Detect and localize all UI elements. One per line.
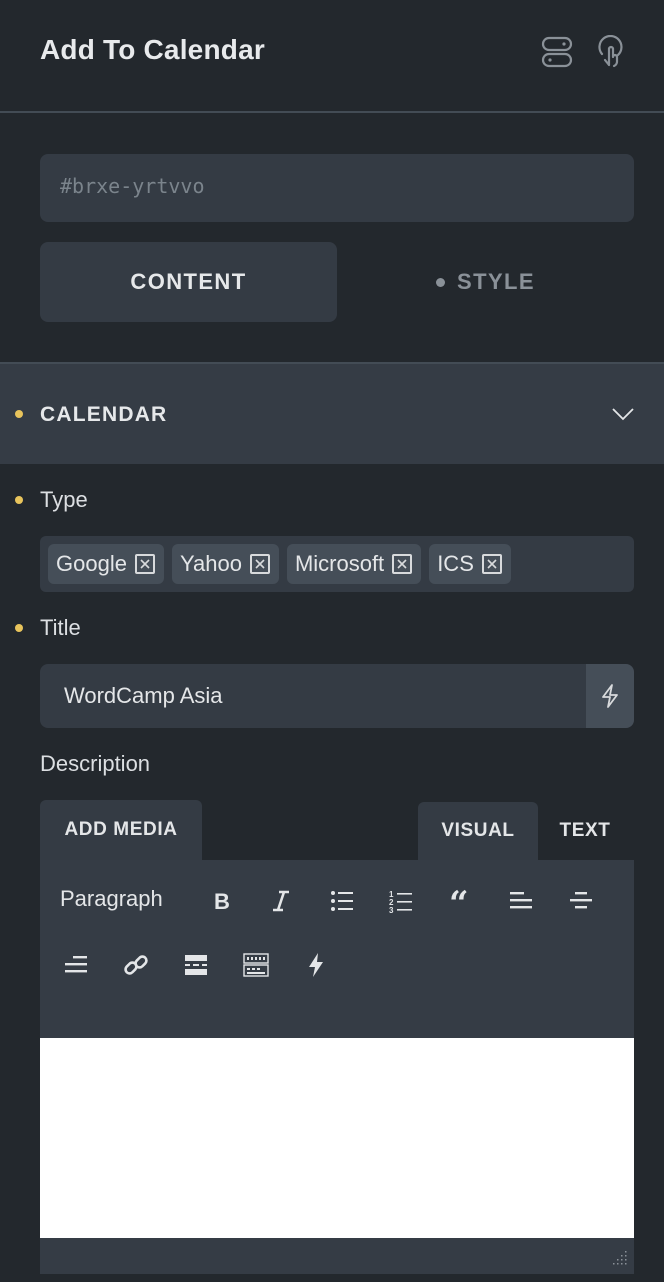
chevron-down-icon [612,408,634,421]
css-id-field[interactable]: #brxe-yrtvvo [40,154,634,222]
style-indicator-dot [436,277,446,287]
tag-label: Microsoft [294,551,385,576]
dynamic-data-button[interactable] [586,664,634,728]
align-center-icon[interactable] [564,884,598,918]
tag-label: Yahoo [179,551,242,576]
svg-text:3: 3 [389,906,394,914]
tab-content[interactable]: CONTENT [40,242,337,322]
description-editor[interactable] [40,1038,634,1238]
type-label: Type [40,487,88,512]
section-indicator-dot [15,410,23,418]
align-right-icon[interactable] [59,948,93,982]
bullet-list-icon[interactable] [325,884,359,918]
remove-tag-icon[interactable] [249,554,270,574]
section-title: CALENDAR [40,403,168,426]
tag-google: Google [48,544,164,584]
panel-header: Add To Calendar [0,0,664,113]
svg-text:“: “ [449,888,469,914]
remove-tag-icon[interactable] [392,554,413,574]
calendar-section-toggle[interactable]: CALENDAR [0,362,664,464]
lightning-icon [602,684,618,708]
editor-statusbar [40,1238,634,1274]
title-indicator-dot [15,624,23,632]
title-input[interactable] [40,664,586,728]
type-multiselect[interactable]: Google Yahoo Microsoft ICS [40,536,634,592]
format-select[interactable]: Paragraph [60,886,163,912]
type-indicator-dot [15,496,23,504]
remove-tag-icon[interactable] [134,554,155,574]
tag-yahoo: Yahoo [171,544,279,584]
remove-tag-icon[interactable] [481,554,502,574]
editor-toolbar: Paragraph B 123 “ [40,860,634,1038]
blockquote-icon[interactable]: “ [444,884,478,918]
title-label: Title [40,615,81,640]
structure-icon[interactable] [540,35,574,69]
description-label: Description [40,751,151,776]
tab-content-label: CONTENT [130,269,247,294]
toolbar-toggle-icon[interactable] [239,948,273,982]
align-left-icon[interactable] [504,884,538,918]
tag-label: Google [56,551,127,576]
resize-handle-icon[interactable] [610,1250,628,1268]
numbered-list-icon[interactable]: 123 [384,884,418,918]
read-more-icon[interactable] [179,948,213,982]
italic-icon[interactable] [264,884,298,918]
visual-tab[interactable]: VISUAL [418,802,538,860]
tag-microsoft: Microsoft [286,544,422,584]
tab-style[interactable]: STYLE [337,242,634,322]
add-media-button[interactable]: ADD MEDIA [40,800,202,860]
dynamic-data-icon[interactable] [299,948,333,982]
link-icon[interactable] [119,948,153,982]
pointer-icon[interactable] [594,34,628,69]
panel-title: Add To Calendar [40,34,265,65]
bold-icon[interactable]: B [205,884,239,918]
text-tab[interactable]: TEXT [538,802,632,860]
tag-label: ICS [437,551,474,576]
svg-text:B: B [214,889,230,914]
tab-style-label: STYLE [457,269,535,294]
tag-ics: ICS [429,544,511,584]
